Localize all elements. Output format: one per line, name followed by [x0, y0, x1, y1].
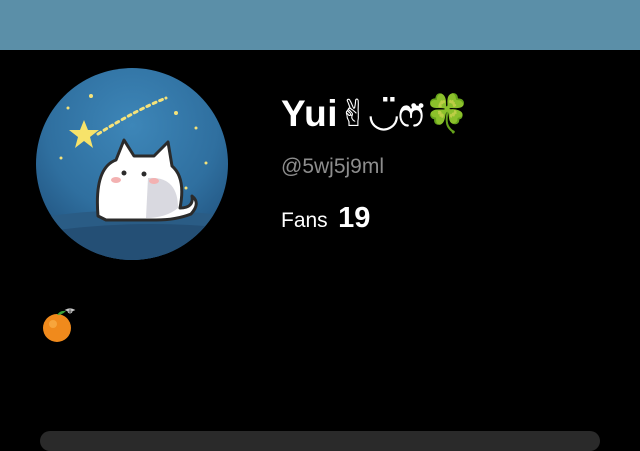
fans-label: Fans: [281, 209, 328, 232]
profile-avatar[interactable]: [36, 68, 228, 260]
cat-avatar-icon: [36, 68, 228, 260]
bottom-action-bar[interactable]: [40, 431, 600, 451]
profile-name: Yui✌︎◡̈ෆ̈🍀: [281, 93, 471, 134]
fans-count: 19: [338, 202, 371, 234]
profile-handle: @5wj5j9ml: [281, 155, 385, 178]
top-header-bar: [0, 0, 640, 50]
tangerine-icon: [40, 306, 80, 346]
fans-stat[interactable]: Fans 19: [281, 200, 370, 241]
